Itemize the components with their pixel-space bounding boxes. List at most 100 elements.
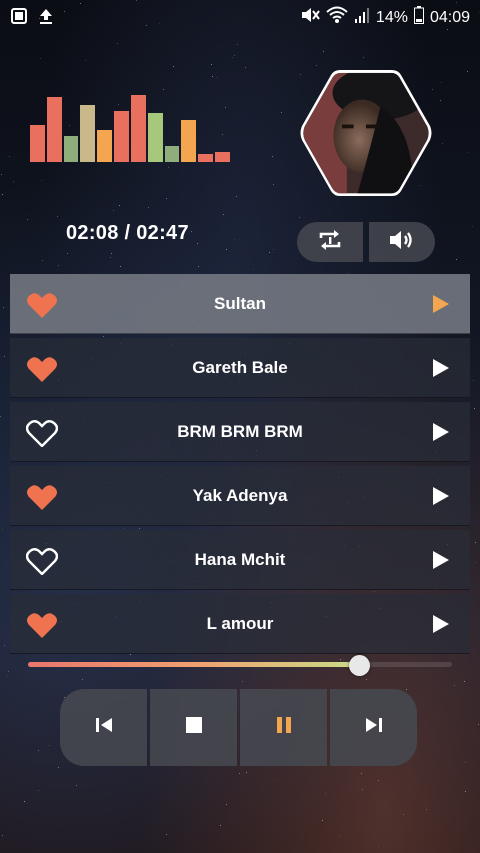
star	[467, 151, 469, 153]
star	[163, 89, 165, 91]
equalizer-bar	[63, 136, 79, 162]
star	[119, 265, 121, 267]
volume-icon	[388, 228, 416, 257]
star	[377, 845, 379, 847]
song-row[interactable]: Hana Mchit	[10, 530, 470, 590]
equalizer-bar	[30, 125, 45, 162]
play-icon[interactable]	[430, 293, 452, 315]
star	[198, 266, 200, 268]
star	[165, 197, 167, 199]
star	[298, 217, 300, 219]
star	[8, 155, 10, 157]
star	[361, 788, 363, 790]
star	[464, 762, 466, 764]
stop-button[interactable]	[150, 689, 237, 766]
heart-icon[interactable]	[26, 291, 58, 319]
star	[166, 833, 168, 835]
star	[42, 260, 44, 262]
star	[225, 249, 227, 251]
song-title: BRM BRM BRM	[177, 422, 303, 441]
heart-icon[interactable]	[26, 355, 58, 383]
star	[242, 681, 244, 683]
volume-button[interactable]	[369, 222, 435, 262]
star	[234, 54, 236, 56]
equalizer-bar	[164, 146, 180, 162]
heart-icon[interactable]	[26, 483, 58, 511]
star	[67, 253, 69, 255]
star	[197, 242, 199, 244]
repeat-button[interactable]	[297, 222, 363, 262]
mute-icon	[300, 6, 320, 29]
star	[475, 561, 477, 563]
skip-previous-icon	[94, 716, 114, 739]
star	[455, 258, 457, 260]
star	[1, 173, 3, 175]
star	[234, 238, 236, 240]
star	[116, 43, 118, 45]
star	[425, 808, 427, 810]
star	[323, 51, 325, 53]
star	[191, 231, 193, 233]
star	[475, 541, 477, 543]
song-list: Sultan Gareth Bale BRM BRM BRM Yak Adenya Ha…	[10, 274, 470, 658]
star	[273, 779, 275, 781]
play-icon[interactable]	[430, 485, 452, 507]
star	[473, 380, 475, 382]
star	[454, 684, 456, 686]
song-row[interactable]: L amour	[10, 594, 470, 654]
play-icon[interactable]	[430, 549, 452, 571]
heart-icon[interactable]	[25, 419, 59, 448]
pause-icon	[274, 715, 294, 740]
play-icon[interactable]	[430, 421, 452, 443]
heart-icon[interactable]	[25, 547, 59, 576]
repeat-icon	[317, 228, 343, 257]
star	[366, 678, 368, 680]
star	[109, 257, 111, 259]
star	[57, 216, 59, 218]
equalizer-bar	[80, 105, 96, 162]
pause-button[interactable]	[240, 689, 327, 766]
artist-avatar	[296, 66, 436, 200]
star	[246, 771, 248, 773]
song-row[interactable]: BRM BRM BRM	[10, 402, 470, 462]
clock: 04:09	[429, 8, 470, 26]
heart-icon[interactable]	[26, 611, 58, 639]
star	[216, 76, 218, 78]
star	[441, 143, 443, 145]
time-display: 02:08 / 02:47	[66, 222, 189, 244]
equalizer-bar	[198, 154, 214, 162]
star	[1, 528, 3, 530]
song-row[interactable]: Sultan	[10, 274, 470, 334]
star	[439, 100, 441, 101]
song-title: L amour	[206, 614, 274, 633]
star	[273, 183, 275, 185]
star	[244, 66, 246, 68]
star	[321, 819, 323, 821]
stop-icon	[185, 716, 203, 739]
seek-bar[interactable]	[28, 655, 452, 676]
star	[280, 112, 282, 114]
gallery-icon	[10, 7, 28, 30]
star	[403, 813, 405, 815]
star	[363, 56, 365, 58]
star	[0, 415, 2, 417]
previous-button[interactable]	[60, 689, 147, 766]
star	[338, 835, 340, 837]
star	[57, 766, 59, 768]
play-icon[interactable]	[430, 613, 452, 635]
song-row[interactable]: Gareth Bale	[10, 338, 470, 398]
next-button[interactable]	[330, 689, 417, 766]
star	[223, 214, 225, 216]
star	[81, 678, 83, 680]
seek-fill	[28, 662, 359, 667]
seek-thumb[interactable]	[348, 655, 370, 676]
play-icon[interactable]	[430, 357, 452, 379]
star	[474, 407, 476, 409]
song-row[interactable]: Yak Adenya	[10, 466, 470, 526]
star	[119, 205, 121, 207]
signal-icon	[354, 6, 370, 29]
star	[211, 76, 213, 78]
star	[24, 801, 26, 803]
star	[41, 179, 43, 181]
star	[211, 64, 213, 66]
